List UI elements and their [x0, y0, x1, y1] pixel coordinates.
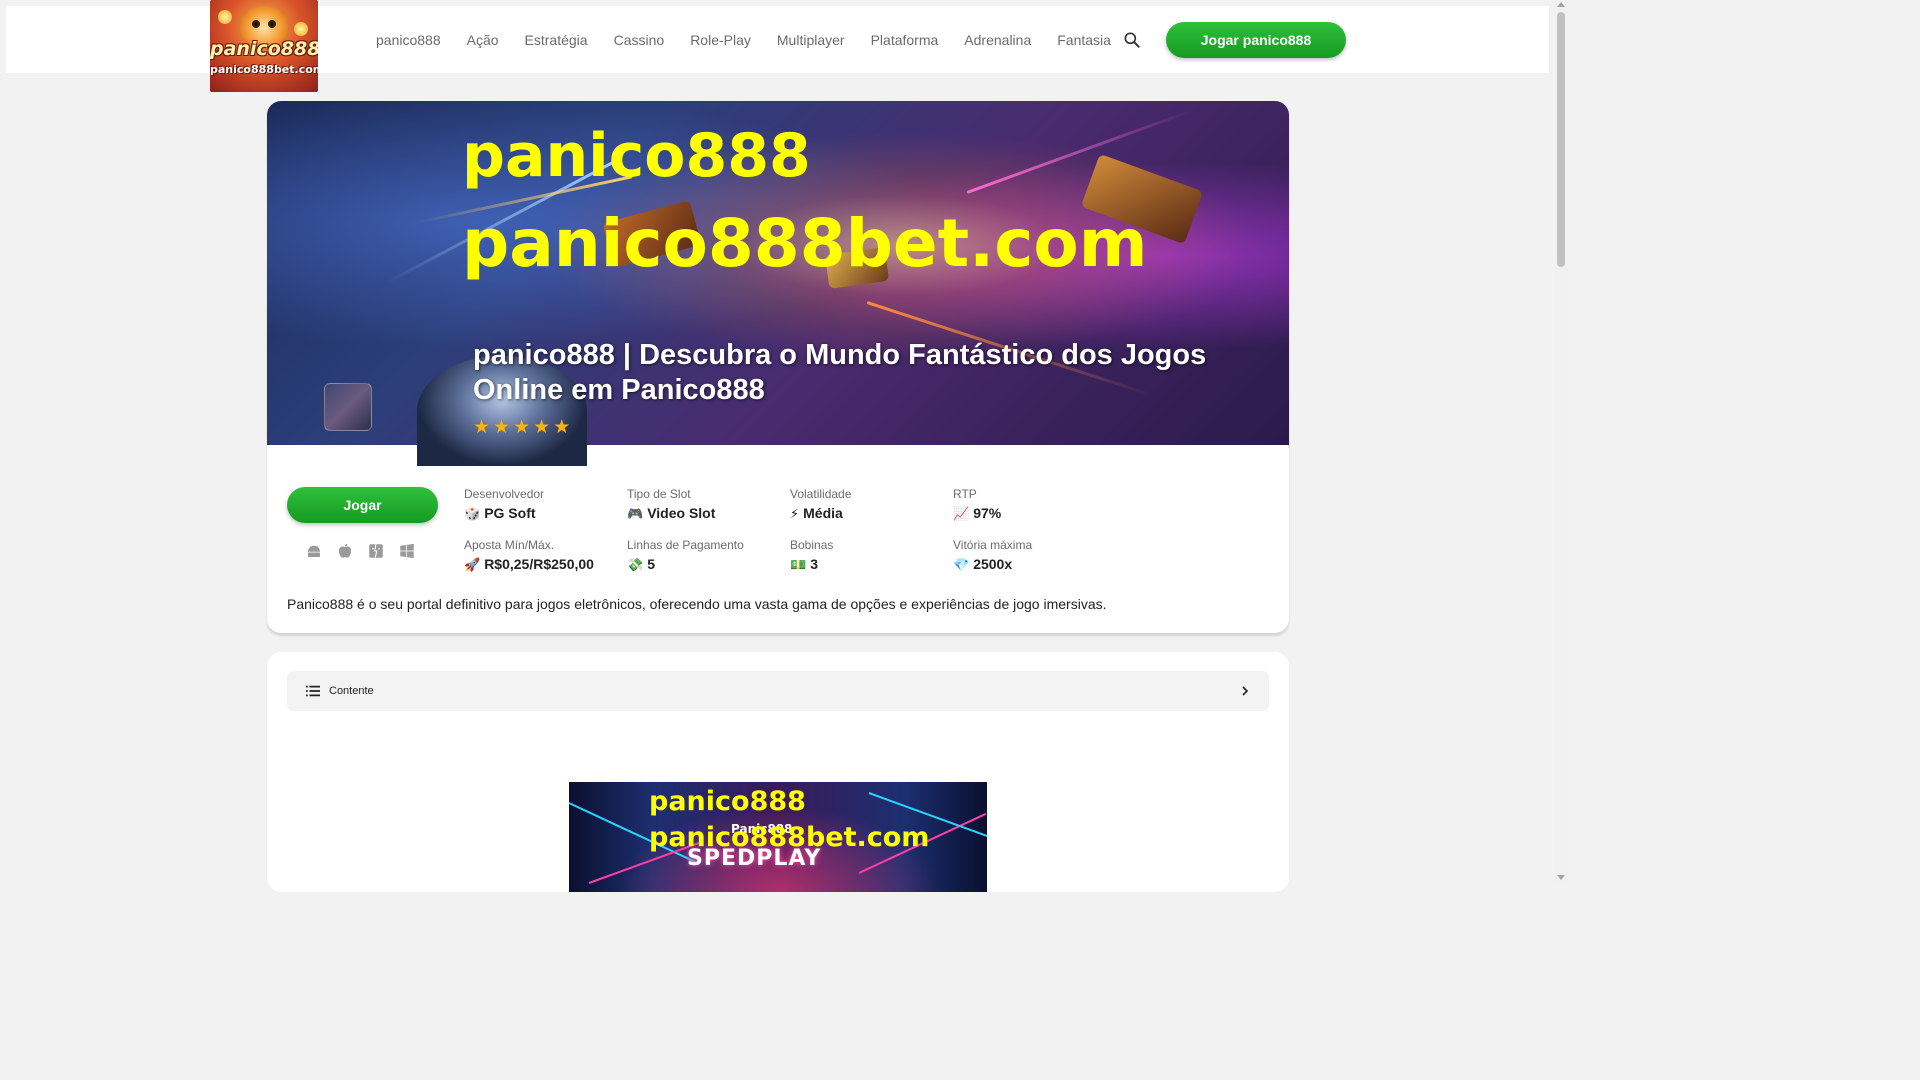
content-card: Contente Panic888 SPEDPLAY panico888 pan… — [267, 652, 1289, 892]
star-rating: ★ ★ ★ ★ ★ — [473, 418, 570, 438]
search-icon[interactable] — [1122, 30, 1142, 50]
banner-overlay-domain: panico888bet.com — [649, 822, 930, 853]
hero-overlay-domain: panico888bet.com — [462, 205, 1148, 282]
nav-item-plataforma[interactable]: Plataforma — [858, 30, 952, 50]
info-value-row: 🎲 PG Soft — [464, 503, 624, 525]
star-icon: ★ — [533, 417, 551, 438]
coin-icon — [294, 22, 308, 36]
info-label: Desenvolvedor — [464, 487, 545, 501]
dice-icon: 🎲 — [464, 507, 481, 522]
info-value-row: ⚡ Média — [790, 503, 950, 525]
nav-item-adrenalina[interactable]: Adrenalina — [951, 30, 1044, 50]
game-description: Panico888 é o seu portal definitivo para… — [287, 596, 1107, 612]
nav-item-multiplayer[interactable]: Multiplayer — [764, 30, 858, 50]
play-button[interactable]: Jogar — [287, 487, 438, 523]
info-value: 5 — [647, 556, 655, 572]
scroll-up-icon[interactable] — [1557, 2, 1565, 7]
logo-text: panico888 — [210, 38, 318, 60]
info-paylines: Linhas de Pagamento 💸 5 — [627, 538, 787, 576]
scrollbar-thumb[interactable] — [1557, 12, 1565, 267]
info-value-row: 📈 97% — [953, 503, 1113, 525]
info-label: Vitória máxima — [953, 538, 1033, 552]
info-label: Aposta Mín/Máx. — [464, 538, 555, 552]
info-reels: Bobinas 💵 3 — [790, 538, 950, 576]
table-of-contents-toggle[interactable]: Contente — [287, 671, 1269, 711]
gem-icon: 💎 — [953, 558, 970, 573]
platform-list — [305, 542, 416, 560]
chevron-right-icon — [1242, 686, 1249, 696]
info-value-row: 💸 5 — [627, 554, 787, 576]
info-label: Volatilidade — [790, 487, 852, 501]
info-value: Média — [803, 505, 843, 521]
chart-up-icon: 📈 — [953, 507, 970, 522]
info-developer: Desenvolvedor 🎲 PG Soft — [464, 487, 624, 525]
info-value: 3 — [810, 556, 818, 572]
info-value: Video Slot — [647, 505, 716, 521]
nav-item-cassino[interactable]: Cassino — [601, 30, 678, 50]
nav-item-estrategia[interactable]: Estratégia — [512, 30, 601, 50]
info-value-row: 🚀 R$0,25/R$250,00 — [464, 554, 624, 576]
banknote-icon: 💵 — [790, 558, 807, 573]
nav-item-panico888[interactable]: panico888 — [363, 30, 454, 50]
nav-item-fantasia[interactable]: Fantasia — [1044, 30, 1124, 50]
scroll-down-icon[interactable] — [1557, 875, 1565, 880]
info-rtp: RTP 📈 97% — [953, 487, 1113, 525]
star-icon: ★ — [553, 417, 571, 438]
game-thumbnail — [324, 383, 372, 431]
page-scrollbar[interactable] — [1554, 0, 1568, 882]
info-value: 97% — [973, 505, 1002, 521]
android-icon — [308, 545, 320, 557]
nav-item-role-play[interactable]: Role-Play — [677, 30, 764, 50]
game-card: panico888 panico888bet.com panico888 | D… — [267, 101, 1289, 633]
mac-finder-icon — [369, 544, 383, 558]
coin-icon — [218, 10, 232, 24]
info-label: RTP — [953, 487, 977, 501]
lightning-icon: ⚡ — [790, 507, 800, 522]
star-icon: ★ — [473, 417, 491, 438]
info-value: PG Soft — [484, 505, 536, 521]
star-icon: ★ — [493, 417, 511, 438]
logo-domain: panico888bet.com — [210, 63, 318, 76]
nav-item-acao[interactable]: Ação — [454, 30, 512, 50]
info-value: R$0,25/R$250,00 — [484, 556, 594, 572]
windows-icon — [400, 543, 414, 559]
info-label: Bobinas — [790, 538, 834, 552]
info-value-row: 💎 2500x — [953, 554, 1113, 576]
hero-overlay-text: panico888 — [462, 121, 811, 191]
site-logo[interactable]: panico888 panico888bet.com — [210, 0, 318, 92]
info-slot-type: Tipo de Slot 🎮 Video Slot — [627, 487, 787, 525]
rocket-icon: 🚀 — [464, 558, 481, 573]
hero-banner: panico888 panico888bet.com panico888 | D… — [267, 101, 1289, 466]
gamepad-icon: 🎮 — [627, 507, 644, 522]
info-max-win: Vitória máxima 💎 2500x — [953, 538, 1113, 576]
play-panico888-button[interactable]: Jogar panico888 — [1166, 22, 1346, 58]
apple-icon — [339, 543, 351, 558]
page-title: panico888 | Descubra o Mundo Fantástico … — [473, 339, 1207, 406]
info-label: Tipo de Slot — [627, 487, 691, 501]
info-bet-range: Aposta Mín/Máx. 🚀 R$0,25/R$250,00 — [464, 538, 624, 576]
info-volatility: Volatilidade ⚡ Média — [790, 487, 950, 525]
star-icon: ★ — [513, 417, 531, 438]
list-icon — [306, 685, 320, 697]
info-value-row: 💵 3 — [790, 554, 950, 576]
info-label: Linhas de Pagamento — [627, 538, 744, 552]
article-banner: Panic888 SPEDPLAY panico888 panico888bet… — [569, 782, 987, 892]
toc-label: Contente — [329, 685, 374, 697]
info-value: 2500x — [973, 556, 1013, 572]
main-nav: panico888 Ação Estratégia Cassino Role-P… — [363, 30, 1124, 50]
banner-overlay-text: panico888 — [649, 786, 806, 817]
info-value-row: 🎮 Video Slot — [627, 503, 787, 525]
money-wings-icon: 💸 — [627, 558, 644, 573]
